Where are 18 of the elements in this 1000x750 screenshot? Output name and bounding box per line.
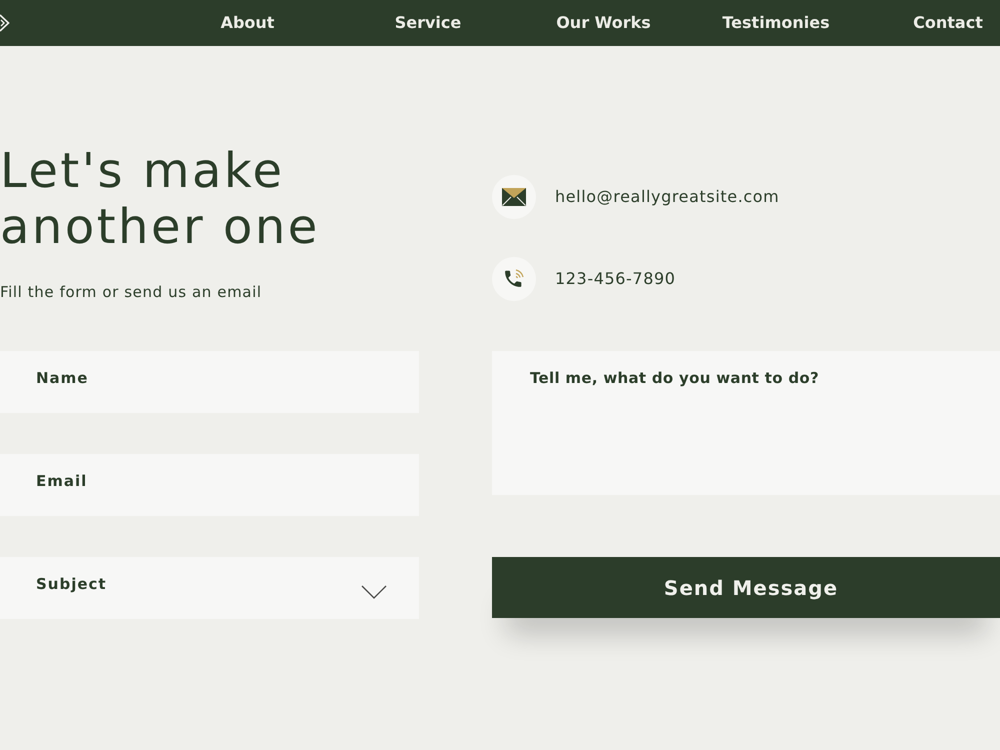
nav-link[interactable]: Testimonies (722, 13, 830, 33)
dropdown-field[interactable]: Subject (0, 557, 419, 619)
nav-link[interactable]: Contact (913, 13, 983, 33)
chevron-down-icon (361, 585, 387, 599)
phone-icon (492, 257, 536, 301)
email-address: hello@reallygreatsite.com (555, 187, 780, 207)
phone-number: 123-456-7890 (555, 269, 676, 289)
input-field[interactable]: Name (0, 351, 419, 413)
message-field[interactable]: Tell me, what do you want to do? (492, 351, 1000, 495)
send-message-button[interactable]: Send Message (492, 557, 1000, 618)
page-heading: Let's make another one (0, 143, 321, 255)
page-subtitle: Fill the form or send us an email (0, 282, 263, 302)
input-field[interactable]: Email (0, 454, 419, 516)
logo-icon[interactable] (0, 14, 10, 32)
nav-link[interactable]: About (220, 13, 274, 33)
envelope-icon (492, 175, 536, 219)
nav-link[interactable]: Our Works (556, 13, 651, 33)
nav-link[interactable]: Service (394, 13, 462, 33)
